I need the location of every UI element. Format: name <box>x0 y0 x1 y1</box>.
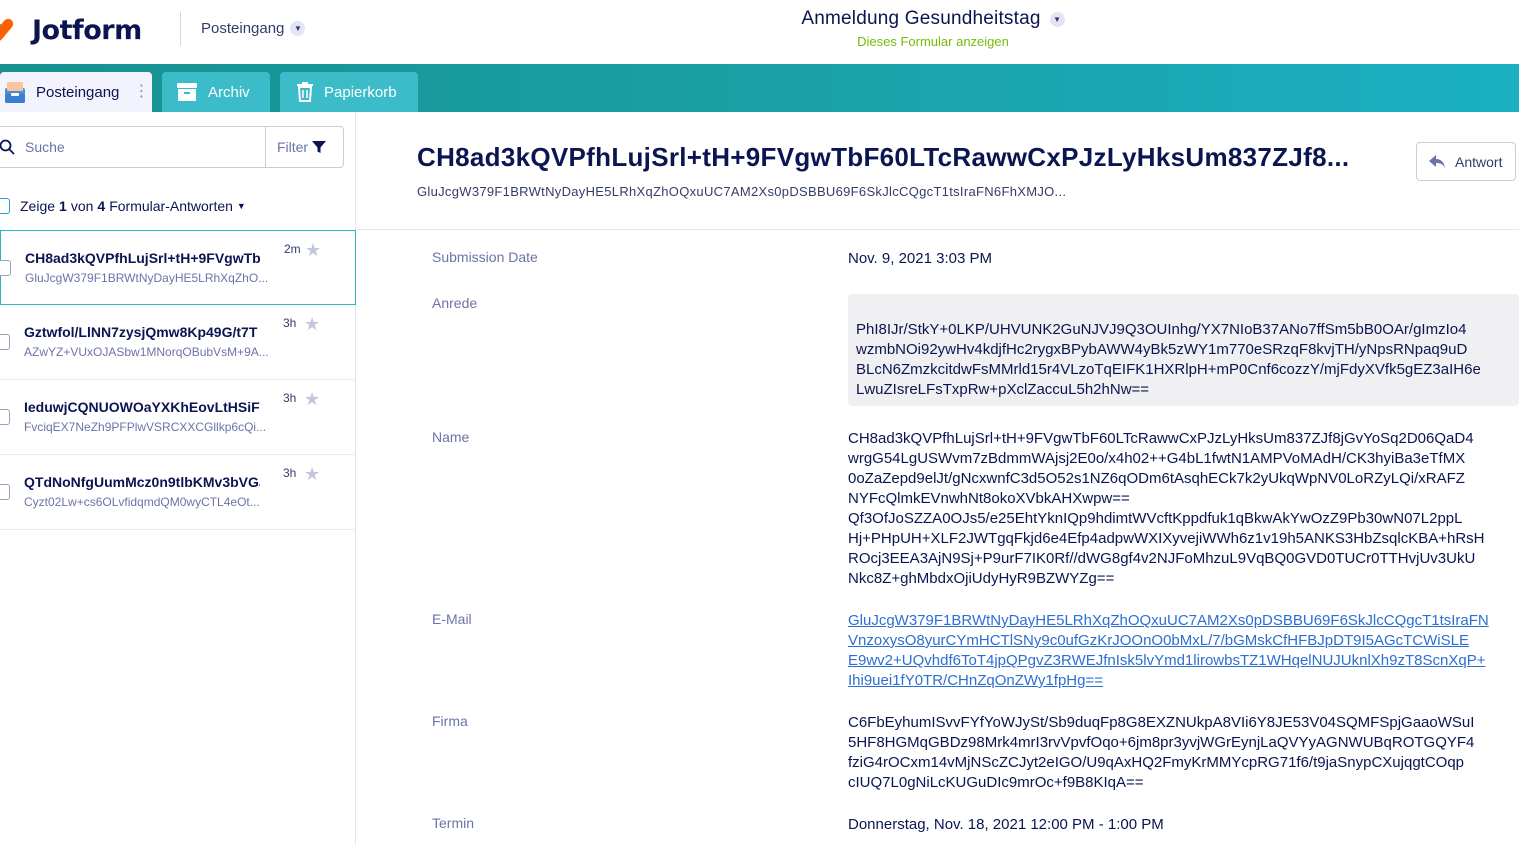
tab-inbox-label: Posteingang <box>36 83 120 101</box>
form-title: Anmeldung Gesundheitstag <box>801 8 1041 29</box>
submission-checkbox[interactable] <box>0 409 10 425</box>
tab-inbox[interactable]: Posteingang ⋮ <box>0 72 152 112</box>
submission-time: 3h <box>283 466 297 480</box>
submission-item[interactable]: CH8ad3kQVPfhLujSrl+tH+9FVgwTbF GluJcgW37… <box>0 230 356 305</box>
filter-icon <box>312 141 327 153</box>
filter-label: Filter <box>276 139 309 155</box>
archive-icon <box>176 82 198 102</box>
tab-archive[interactable]: Archiv <box>162 72 270 112</box>
tab-trash[interactable]: Papierkorb <box>280 72 418 112</box>
submission-detail-title: CH8ad3kQVPfhLujSrl+tH+9FVgwTbF60LTcRawwC… <box>417 142 1350 172</box>
star-icon[interactable]: ★ <box>304 314 320 335</box>
field-value-anrede: PhI8IJr/StkY+0LKP/UHVUNK2GuNJVJ9Q3OUInhg… <box>848 294 1519 406</box>
submission-subtitle: GluJcgW379F1BRWtNyDayHE5LRhXqZhO... <box>25 271 269 285</box>
field-value-termin: Donnerstag, Nov. 18, 2021 12:00 PM - 1:0… <box>848 816 1164 833</box>
submission-subtitle: FvciqEX7NeZh9PFPlwVSRCXXCGllkp6cQi... <box>24 420 267 434</box>
star-icon[interactable]: ★ <box>304 389 320 410</box>
chevron-down-icon: ▼ <box>1049 11 1065 27</box>
search-icon <box>0 139 15 160</box>
submission-checkbox[interactable] <box>0 260 11 276</box>
submission-detail-header: CH8ad3kQVPfhLujSrl+tH+9FVgwTbF60LTcRawwC… <box>357 112 1519 230</box>
field-value-submission-date: Nov. 9, 2021 3:03 PM <box>848 250 992 267</box>
submission-item[interactable]: Gztwfol/LlNN7zysjQmw8Kp49G/t7T AZwYZ+VUx… <box>0 305 356 380</box>
trash-icon <box>296 82 314 102</box>
logo-text: Jotform <box>32 14 142 46</box>
result-count-prefix: Zeige <box>20 198 56 214</box>
field-value-firma: C6FbEyhumISvvFYfYoWJySt/Sb9duqFp8G8EXZNU… <box>848 714 1475 791</box>
submission-title: CH8ad3kQVPfhLujSrl+tH+9FVgwTbF <box>25 250 261 266</box>
reply-icon <box>1429 154 1445 168</box>
reply-button[interactable]: Antwort <box>1416 142 1516 181</box>
view-form-link[interactable]: Dieses Formular anzeigen <box>760 34 1106 49</box>
jotform-logo-icon <box>0 13 24 47</box>
tab-trash-label: Papierkorb <box>324 83 397 101</box>
result-count-middle: von <box>70 198 94 214</box>
submission-title: Gztwfol/LlNN7zysjQmw8Kp49G/t7T <box>24 324 258 340</box>
field-label-name: Name <box>432 429 470 445</box>
submission-item[interactable]: QTdNoNfgUumMcz0n9tlbKMv3bVGJ Cyzt02Lw+cs… <box>0 455 356 530</box>
field-label-email: E-Mail <box>432 611 472 627</box>
header-divider <box>180 12 181 46</box>
submission-checkbox[interactable] <box>0 484 10 500</box>
field-label-termin: Termin <box>432 815 475 831</box>
field-label-anrede: Anrede <box>432 295 478 311</box>
submission-item[interactable]: IeduwjCQNUOWOaYXKhEovLtHSiFV FvciqEX7NeZ… <box>0 380 356 455</box>
submission-time: 3h <box>283 316 297 330</box>
submission-time: 2m <box>284 242 301 256</box>
result-count-total: 4 <box>97 198 106 214</box>
search-box: Filter <box>0 126 344 168</box>
submission-list-pane: Filter Zeige 1 von 4 Formular-Antworten … <box>0 112 356 845</box>
form-title-dropdown[interactable]: Anmeldung Gesundheitstag ▼ <box>801 8 1065 30</box>
submission-checkbox[interactable] <box>0 334 10 350</box>
field-label-submission-date: Submission Date <box>432 249 538 265</box>
submission-subtitle: AZwYZ+VUxOJASbw1MNorqOBubVsM+9A... <box>24 345 269 359</box>
select-all-checkbox[interactable] <box>0 198 10 214</box>
result-count-current: 1 <box>59 198 67 214</box>
inbox-icon <box>4 80 26 104</box>
inbox-switcher-label: Posteingang <box>201 20 285 37</box>
chevron-down-icon: ▼ <box>236 201 246 211</box>
star-icon[interactable]: ★ <box>305 240 321 261</box>
field-value-name: CH8ad3kQVPfhLujSrl+tH+9FVgwTbF60LTcRawwC… <box>848 430 1485 587</box>
more-options-icon[interactable]: ⋮ <box>133 84 149 100</box>
chevron-down-icon: ▼ <box>290 21 306 36</box>
submission-time: 3h <box>283 391 297 405</box>
submission-detail-subtitle: GluJcgW379F1BRWtNyDayHE5LRhXqZhOQxuUC7AM… <box>417 184 1067 199</box>
inbox-switcher[interactable]: Posteingang ▼ <box>201 20 306 37</box>
star-icon[interactable]: ★ <box>304 464 320 485</box>
field-value-email[interactable]: GluJcgW379F1BRWtNyDayHE5LRhXqZhOQxuUC7AM… <box>848 611 1519 691</box>
submission-subtitle: Cyzt02Lw+cs6OLvfidqmdQM0wyCTL4eOt... <box>24 495 260 509</box>
search-input[interactable] <box>0 127 265 167</box>
jotform-logo[interactable]: Jotform <box>0 13 142 47</box>
reply-label: Antwort <box>1455 153 1503 170</box>
result-count[interactable]: Zeige 1 von 4 Formular-Antworten ▼ <box>0 198 246 214</box>
submission-title: IeduwjCQNUOWOaYXKhEovLtHSiFV <box>24 399 260 415</box>
form-title-area: Anmeldung Gesundheitstag ▼ Dieses Formul… <box>760 8 1106 49</box>
app-header: Jotform Posteingang ▼ Anmeldung Gesundhe… <box>0 0 1519 64</box>
submission-title: QTdNoNfgUumMcz0n9tlbKMv3bVGJ <box>24 474 260 490</box>
field-label-firma: Firma <box>432 713 468 729</box>
filter-button[interactable]: Filter <box>265 127 337 167</box>
tab-bar: Posteingang ⋮ Archiv Papierkorb <box>0 64 1519 112</box>
submission-list: CH8ad3kQVPfhLujSrl+tH+9FVgwTbF GluJcgW37… <box>0 230 356 530</box>
submission-detail-pane: CH8ad3kQVPfhLujSrl+tH+9FVgwTbF60LTcRawwC… <box>357 112 1519 845</box>
tab-archive-label: Archiv <box>208 83 250 101</box>
result-count-suffix: Formular-Antworten <box>109 198 233 214</box>
